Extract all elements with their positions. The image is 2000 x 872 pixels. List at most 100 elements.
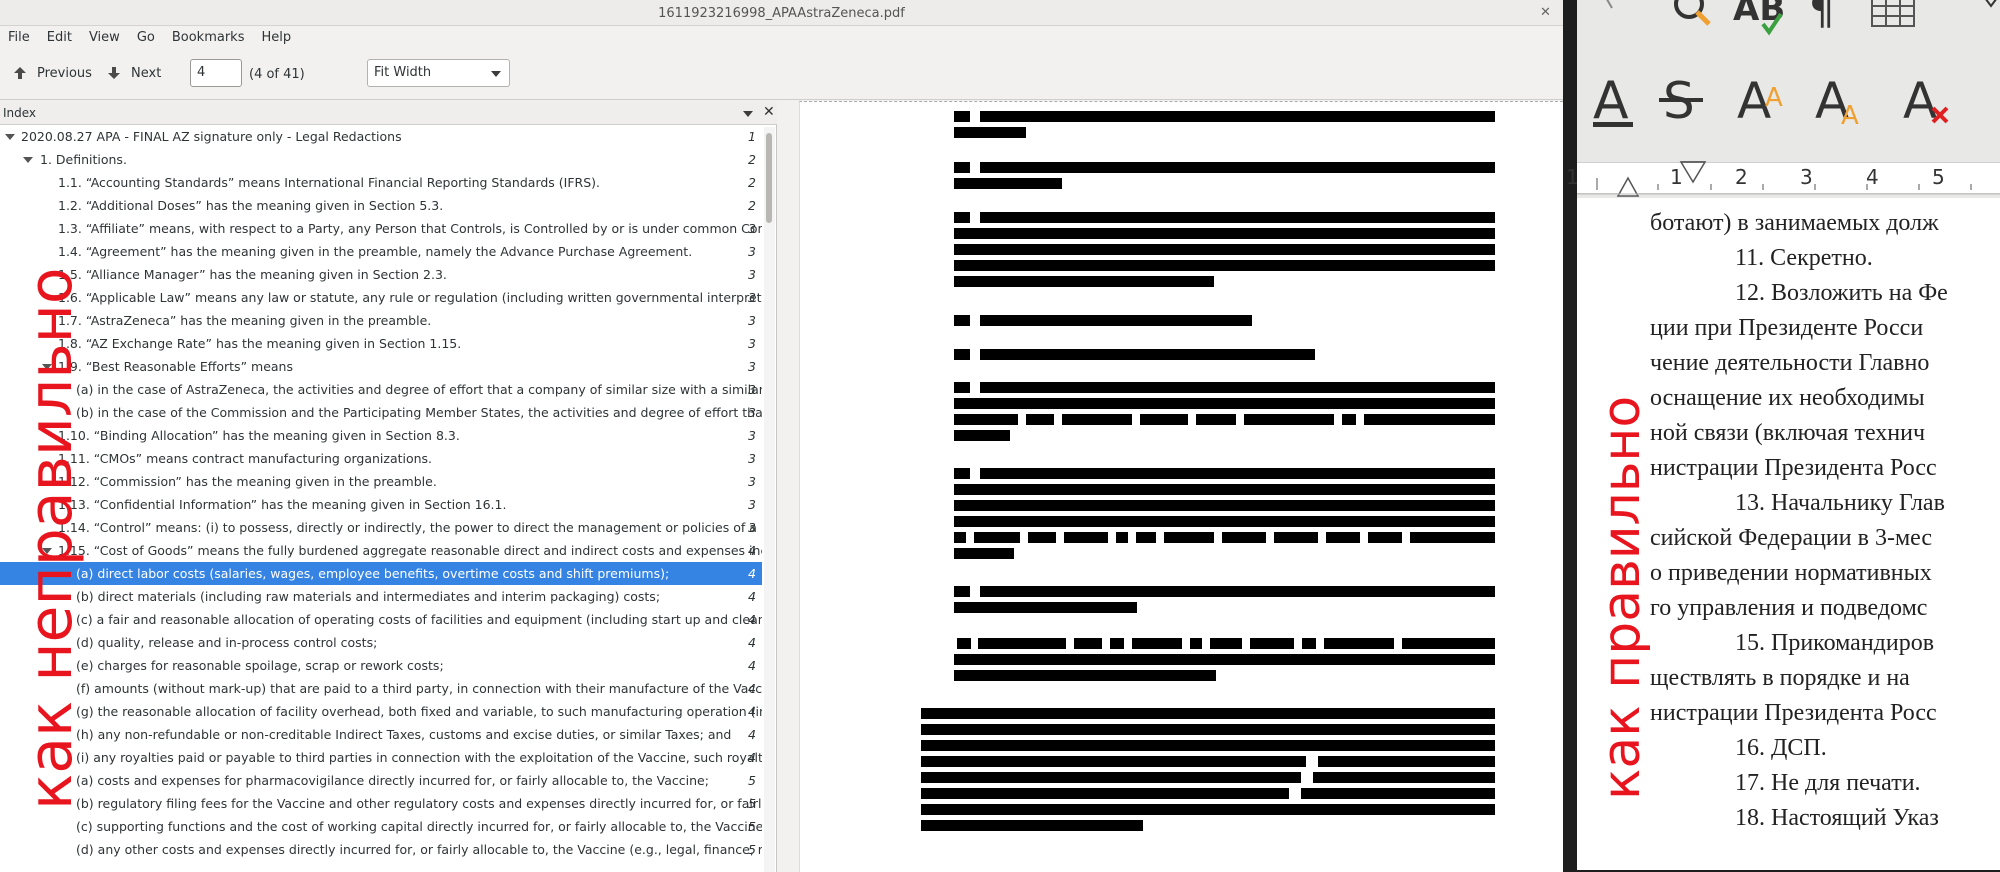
- close-icon[interactable]: ✕: [763, 104, 775, 120]
- menu-view[interactable]: View: [89, 30, 120, 45]
- redaction-block: [1326, 532, 1360, 543]
- redaction-block: [980, 111, 1495, 122]
- redaction-block: [980, 349, 1315, 360]
- redaction-block: [954, 500, 1495, 511]
- chevron-down-icon: [491, 71, 501, 77]
- redaction-block: [1062, 414, 1132, 425]
- index-row[interactable]: (i) any royalties paid or payable to thi…: [0, 746, 762, 769]
- menu-bar: File Edit View Go Bookmarks Help: [0, 26, 1563, 48]
- page-number-input[interactable]: 4: [190, 59, 242, 87]
- doc-line: сийской Федерации в 3-мес: [1650, 525, 1933, 551]
- index-row[interactable]: (d) quality, release and in-process cont…: [0, 631, 762, 654]
- redaction-block: [980, 212, 1495, 223]
- redaction-block: [1210, 638, 1242, 649]
- ruler-number: 1: [1566, 165, 1579, 189]
- index-row[interactable]: 1.14. “Control” means: (i) to possess, d…: [0, 516, 762, 539]
- index-row[interactable]: 1.12. “Commission” has the meaning given…: [0, 470, 762, 493]
- index-row[interactable]: (d) any other costs and expenses directl…: [0, 838, 762, 861]
- index-row[interactable]: (h) any non-refundable or non-creditable…: [0, 723, 762, 746]
- index-row[interactable]: 1.8. “AZ Exchange Rate” has the meaning …: [0, 332, 762, 355]
- redaction-block: [1324, 638, 1394, 649]
- redaction-block: [954, 382, 970, 393]
- redaction-block: [954, 315, 970, 326]
- index-row[interactable]: 1.7. “AstraZeneca” has the meaning given…: [0, 309, 762, 332]
- index-panel: Index ✕ 2020.08.27 APA - FINAL AZ signat…: [0, 101, 777, 872]
- redaction-block: [1301, 788, 1495, 799]
- formatting-toolbar-icons: AB ¶ A S AA AA A: [1593, 0, 1997, 131]
- index-row[interactable]: (b) regulatory filing fees for the Vacci…: [0, 792, 762, 815]
- index-row[interactable]: 1.1. “Accounting Standards” means Intern…: [0, 171, 762, 194]
- page-count-label: (4 of 41): [249, 67, 305, 82]
- zoom-select[interactable]: Fit Width: [367, 59, 510, 87]
- index-row[interactable]: 1.4. “Agreement” has the meaning given i…: [0, 240, 762, 263]
- redaction-block: [1196, 414, 1236, 425]
- index-row[interactable]: 1.13. “Confidential Information” has the…: [0, 493, 762, 516]
- scrollbar-thumb[interactable]: [766, 133, 772, 223]
- next-label: Next: [131, 65, 162, 81]
- previous-label: Previous: [37, 65, 92, 81]
- redaction-block: [954, 516, 1495, 527]
- pdf-viewer-window: 1611923216998_APAAstraZeneca.pdf ✕ File …: [0, 0, 1563, 872]
- index-row[interactable]: 1.15. “Cost of Goods” means the fully bu…: [0, 539, 762, 562]
- redaction-block: [954, 548, 1014, 559]
- redaction-block: [1250, 638, 1294, 649]
- redaction-block: [1064, 532, 1108, 543]
- index-row[interactable]: (b) in the case of the Commission and th…: [0, 401, 762, 424]
- redaction-block: [954, 532, 966, 543]
- index-row[interactable]: 1.2. “Additional Doses” has the meaning …: [0, 194, 762, 217]
- redaction-block: [1313, 772, 1495, 783]
- previous-button[interactable]: Previous: [12, 65, 92, 81]
- redaction-block: [954, 162, 970, 173]
- redaction-block: [954, 244, 1495, 255]
- index-row[interactable]: (b) direct materials (including raw mate…: [0, 585, 762, 608]
- index-row[interactable]: 1. Definitions. 2: [0, 148, 762, 171]
- menu-bookmarks[interactable]: Bookmarks: [172, 30, 245, 45]
- document-view[interactable]: [778, 101, 1563, 872]
- index-row-selected[interactable]: (a) direct labor costs (salaries, wages,…: [0, 562, 762, 585]
- doc-line: 16. ДСП.: [1735, 735, 1827, 761]
- redaction-block: [957, 638, 971, 649]
- spellcheck-icon: AB: [1733, 0, 1785, 36]
- redaction-block: [921, 740, 1495, 751]
- redaction-block: [1222, 532, 1266, 543]
- pdf-page: [799, 101, 1563, 872]
- arrow-down-icon: [108, 67, 120, 79]
- redaction-block: [980, 162, 1495, 173]
- menu-help[interactable]: Help: [261, 30, 291, 45]
- menu-go[interactable]: Go: [137, 30, 155, 45]
- redaction-block: [1364, 414, 1495, 425]
- expander-open-icon[interactable]: [23, 157, 33, 163]
- doc-line: 15. Прикомандиров: [1735, 630, 1935, 656]
- next-button[interactable]: Next: [106, 65, 161, 81]
- index-row[interactable]: 1.3. “Affiliate” means, with respect to …: [0, 217, 762, 240]
- index-row[interactable]: 1.10. “Binding Allocation” has the meani…: [0, 424, 762, 447]
- menu-file[interactable]: File: [8, 30, 30, 45]
- redaction-block: [954, 260, 1495, 271]
- index-row[interactable]: 1.6. “Applicable Law” means any law or s…: [0, 286, 762, 309]
- redaction-block: [1074, 638, 1102, 649]
- doc-line: 12. Возложить на Фе: [1735, 280, 1948, 306]
- index-row[interactable]: 1.5. “Alliance Manager” has the meaning …: [0, 263, 762, 286]
- doc-line: оснащение их необходимы: [1650, 385, 1925, 411]
- index-scrollbar[interactable]: [764, 127, 775, 872]
- redaction-block: [1190, 638, 1202, 649]
- index-row[interactable]: (f) amounts (without mark-up) that are p…: [0, 677, 762, 700]
- index-row[interactable]: 1.11. “CMOs” means contract manufacturin…: [0, 447, 762, 470]
- close-window-icon[interactable]: ✕: [1540, 5, 1551, 20]
- menu-edit[interactable]: Edit: [47, 30, 72, 45]
- expander-open-icon[interactable]: [5, 134, 15, 140]
- doc-line: 11. Секретно.: [1735, 245, 1873, 271]
- index-row[interactable]: 1.9. “Best Reasonable Efforts” means 3: [0, 355, 762, 378]
- redaction-block: [1402, 638, 1495, 649]
- index-row[interactable]: (a) costs and expenses for pharmacovigil…: [0, 769, 762, 792]
- font-color-a-icon: A: [1593, 71, 1633, 131]
- chevron-down-icon[interactable]: [743, 111, 753, 117]
- index-row[interactable]: (g) the reasonable allocation of facilit…: [0, 700, 762, 723]
- index-row[interactable]: (a) in the case of AstraZeneca, the acti…: [0, 378, 762, 401]
- index-row[interactable]: (c) supporting functions and the cost of…: [0, 815, 762, 838]
- caption-right: как правильно: [1592, 395, 1652, 800]
- index-row[interactable]: (e) charges for reasonable spoilage, scr…: [0, 654, 762, 677]
- index-row[interactable]: (c) a fair and reasonable allocation of …: [0, 608, 762, 631]
- index-row[interactable]: 2020.08.27 APA - FINAL AZ signature only…: [0, 125, 762, 148]
- doc-line: нистрации Президента Росс: [1650, 455, 1937, 481]
